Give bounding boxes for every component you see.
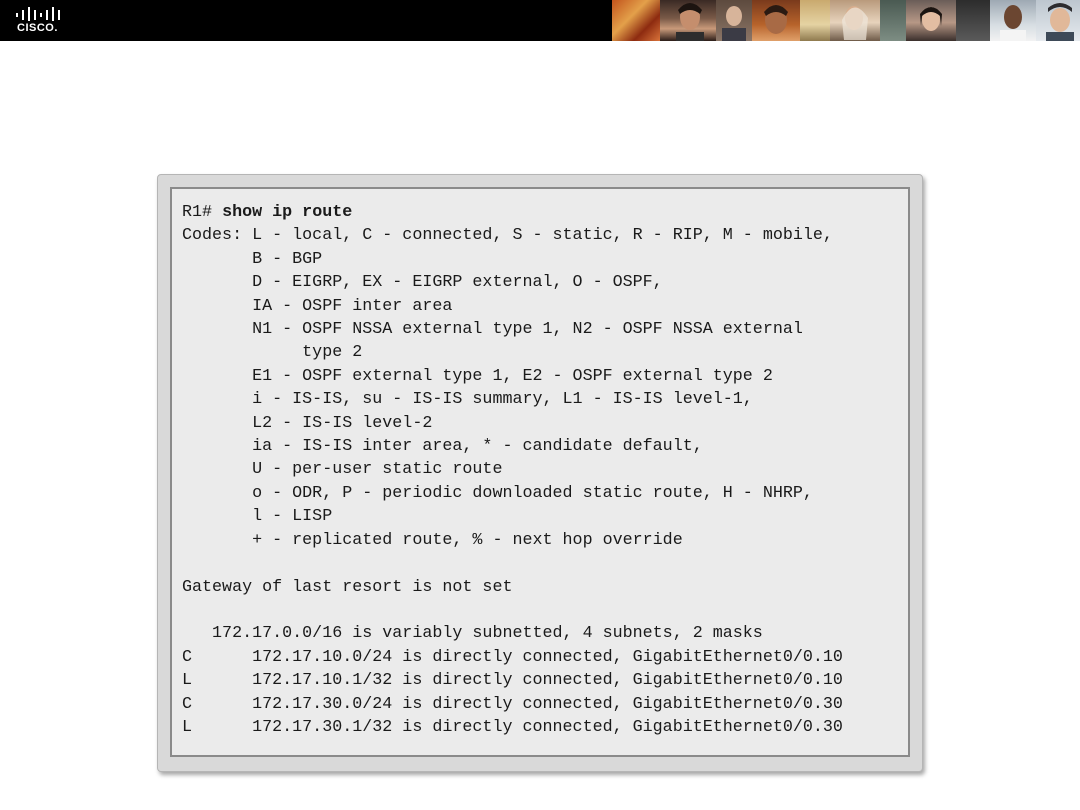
- top-banner: CISCO.: [0, 0, 1080, 41]
- person-photo-icon: [920, 7, 942, 31]
- cli-output-frame: R1# show ip route Codes: L - local, C - …: [157, 174, 923, 772]
- photo-tile-8: [906, 0, 956, 41]
- person-photo-icon: [676, 3, 704, 41]
- photo-tile-4: [752, 0, 800, 41]
- cli-line: l - LISP: [182, 507, 333, 527]
- person-photo-icon: [1046, 3, 1074, 41]
- photo-tile-3: [716, 0, 752, 41]
- route-entry: C 172.17.10.0/24 is directly connected, …: [182, 647, 843, 667]
- cli-output-panel: R1# show ip route Codes: L - local, C - …: [170, 187, 910, 757]
- cisco-bars-icon: [16, 7, 60, 21]
- cli-line: i - IS-IS, su - IS-IS summary, L1 - IS-I…: [182, 390, 753, 410]
- photo-tile-11: [1036, 0, 1080, 41]
- cli-line: ia - IS-IS inter area, * - candidate def…: [182, 437, 703, 457]
- photo-tile-6: [830, 0, 880, 41]
- cli-line: Codes: L - local, C - connected, S - sta…: [182, 226, 833, 246]
- route-entry: L 172.17.10.1/32 is directly connected, …: [182, 671, 843, 691]
- person-photo-icon: [1000, 5, 1026, 41]
- person-photo-icon: [722, 6, 746, 41]
- route-entry: C 172.17.30.0/24 is directly connected, …: [182, 694, 843, 714]
- cli-line: o - ODR, P - periodic downloaded static …: [182, 483, 813, 503]
- cli-line: Gateway of last resort is not set: [182, 577, 513, 597]
- cli-line: + - replicated route, % - next hop overr…: [182, 530, 683, 550]
- cli-output-text: R1# show ip route Codes: L - local, C - …: [182, 201, 843, 739]
- cli-line: N1 - OSPF NSSA external type 1, N2 - OSP…: [182, 320, 803, 340]
- person-photo-icon: [764, 5, 788, 34]
- cli-line: 172.17.0.0/16 is variably subnetted, 4 s…: [182, 624, 763, 644]
- photo-tile-10: [990, 0, 1036, 41]
- photo-tile-2: [660, 0, 716, 41]
- cli-line: IA - OSPF inter area: [182, 296, 453, 316]
- person-photo-icon: [842, 6, 868, 41]
- photo-tile-7: [880, 0, 906, 41]
- cli-line: B - BGP: [182, 249, 323, 269]
- cisco-logo: CISCO.: [14, 6, 64, 36]
- photo-tile-1: [612, 0, 660, 41]
- photo-tile-5: [800, 0, 830, 41]
- cli-line: E1 - OSPF external type 1, E2 - OSPF ext…: [182, 366, 773, 386]
- cli-line: D - EIGRP, EX - EIGRP external, O - OSPF…: [182, 273, 663, 293]
- cli-line: U - per-user static route: [182, 460, 503, 480]
- cli-line: type 2: [182, 343, 363, 363]
- cli-command: show ip route: [222, 203, 353, 222]
- route-entry: L 172.17.30.1/32 is directly connected, …: [182, 717, 843, 737]
- cisco-logo-text: CISCO.: [17, 22, 58, 34]
- cli-prompt: R1#: [182, 203, 223, 222]
- photo-tile-9: [956, 0, 990, 41]
- cli-line: L2 - IS-IS level-2: [182, 413, 433, 433]
- header-photo-strip: [612, 0, 1080, 41]
